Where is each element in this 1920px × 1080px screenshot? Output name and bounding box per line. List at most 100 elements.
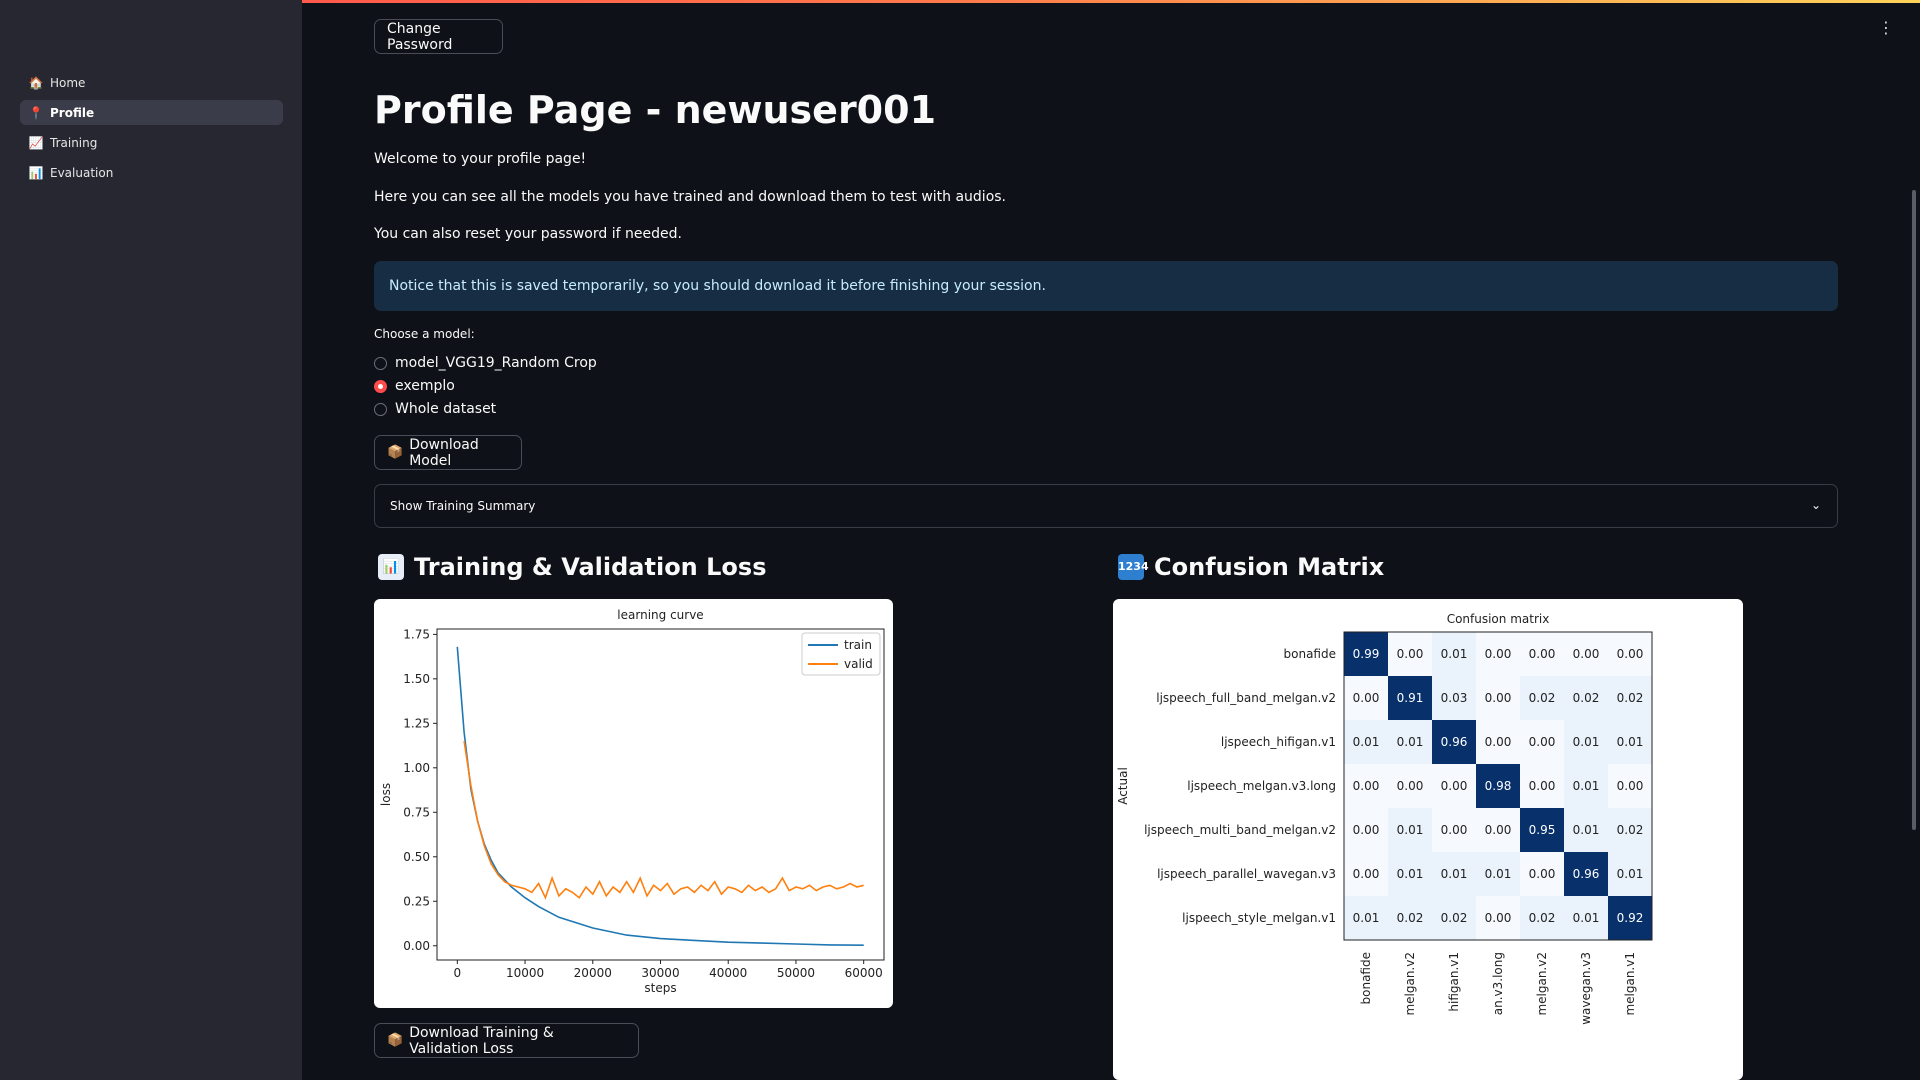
y-tick-label: 1.00 [403, 761, 430, 775]
row-label: ljspeech_style_melgan.v1 [1182, 911, 1336, 925]
matrix-value: 0.03 [1441, 691, 1468, 705]
y-tick-label: 1.50 [403, 672, 430, 686]
legend-label-train: train [844, 638, 872, 652]
matrix-value: 0.00 [1485, 735, 1512, 749]
chart-title: learning curve [617, 608, 703, 622]
matrix-value: 0.00 [1573, 647, 1600, 661]
pin-icon: 📍 [28, 105, 44, 120]
row-label: ljspeech_full_band_melgan.v2 [1156, 691, 1336, 705]
change-password-label: Change Password [387, 20, 453, 53]
matrix-value: 0.00 [1529, 867, 1556, 881]
column-label: melgan.v2 [1535, 952, 1549, 1016]
x-axis-label: steps [644, 981, 676, 995]
matrix-value: 0.01 [1441, 647, 1468, 661]
x-tick-label: 0 [453, 966, 461, 980]
learning-curve-chart: learning curve 0 10000 20000 30000 40000 50000… [379, 608, 885, 995]
matrix-value: 0.01 [1573, 911, 1600, 925]
row-label: ljspeech_parallel_wavegan.v3 [1157, 867, 1336, 881]
sidebar: 🏠 Home 📍 Profile 📈 Training 📊 Evaluation [0, 0, 302, 1080]
model-option-2[interactable]: Whole dataset [374, 401, 496, 417]
x-tick-label: 40000 [709, 966, 747, 980]
loss-heading-text: Training & Validation Loss [414, 553, 767, 581]
matrix-value: 0.00 [1441, 823, 1468, 837]
info-notice: Notice that this is saved temporarily, s… [374, 261, 1838, 311]
matrix-value: 0.91 [1397, 691, 1424, 705]
model-option-0[interactable]: model_VGG19_Random Crop [374, 355, 597, 371]
y-tick-label: 0.25 [403, 894, 430, 908]
matrix-value: 0.01 [1353, 735, 1380, 749]
house-icon: 🏠 [28, 75, 44, 90]
matrix-value: 0.00 [1529, 779, 1556, 793]
column-label: hifigan.v1 [1447, 952, 1461, 1012]
y-tick-label: 1.25 [403, 716, 430, 730]
matrix-value: 0.01 [1441, 867, 1468, 881]
download-model-button[interactable]: 📦 Download Model [374, 435, 522, 470]
matrix-value: 0.00 [1397, 647, 1424, 661]
column-label: bonafide [1359, 952, 1373, 1004]
numbers-icon: 1234 [1118, 554, 1149, 580]
chevron-down-icon: ⌄ [1810, 498, 1821, 512]
model-select-label: Choose a model: [374, 327, 475, 341]
info-notice-text: Notice that this is saved temporarily, s… [389, 278, 1046, 294]
sidebar-item-training[interactable]: 📈 Training [20, 130, 283, 155]
matrix-value: 0.92 [1617, 911, 1644, 925]
model-option-1[interactable]: exemplo [374, 378, 455, 394]
main-menu-icon[interactable]: ⋮ [1878, 18, 1894, 37]
sidebar-item-profile[interactable]: 📍 Profile [20, 100, 283, 125]
matrix-value: 0.00 [1529, 735, 1556, 749]
column-label: an.v3.long [1491, 952, 1505, 1015]
y-tick-label: 0.00 [403, 939, 430, 953]
matrix-value: 0.00 [1485, 823, 1512, 837]
matrix-value: 0.00 [1353, 867, 1380, 881]
welcome-text: Welcome to your profile page! [374, 151, 587, 167]
x-tick-label: 20000 [574, 966, 612, 980]
training-summary-expander[interactable]: Show Training Summary ⌄ [374, 484, 1838, 528]
matrix-value: 0.00 [1617, 779, 1644, 793]
loss-heading: 📊 Training & Validation Loss [378, 553, 766, 581]
expander-label: Show Training Summary [390, 499, 536, 513]
sidebar-item-label: Home [50, 75, 86, 90]
confusion-matrix-chart: Confusion matrix 0.99 0.00 0.01 0.00 0.00 0.00… [1116, 612, 1653, 1025]
matrix-value: 0.02 [1441, 911, 1468, 925]
matrix-value: 0.00 [1353, 823, 1380, 837]
matrix-value: 0.98 [1485, 779, 1512, 793]
download-loss-button[interactable]: 📦 Download Training & Validation Loss [374, 1023, 639, 1058]
matrix-value: 0.02 [1573, 691, 1600, 705]
matrix-value: 0.00 [1485, 691, 1512, 705]
legend-label-valid: valid [844, 657, 873, 671]
download-loss-label: Download Training & Validation Loss [409, 1024, 554, 1057]
radio-icon [374, 402, 387, 416]
matrix-value: 0.02 [1617, 691, 1644, 705]
radio-selected-icon [374, 379, 387, 393]
matrix-value: 0.01 [1573, 823, 1600, 837]
y-axis-label: Actual [1116, 767, 1130, 805]
radio-icon [374, 356, 387, 370]
model-option-label: model_VGG19_Random Crop [395, 355, 597, 371]
scrollbar[interactable] [1912, 190, 1916, 830]
model-option-label: exemplo [395, 378, 455, 394]
model-option-label: Whole dataset [395, 401, 497, 417]
package-icon: 📦 [387, 1033, 404, 1048]
package-icon: 📦 [387, 445, 404, 460]
sidebar-item-home[interactable]: 🏠 Home [20, 70, 283, 95]
matrix-value: 0.01 [1485, 867, 1512, 881]
change-password-button[interactable]: Change Password [374, 19, 503, 54]
matrix-value: 0.01 [1397, 823, 1424, 837]
confusion-heading-text: Confusion Matrix [1154, 553, 1385, 581]
y-tick-label: 0.75 [403, 805, 430, 819]
download-model-label: Download Model [409, 436, 479, 469]
x-tick-label: 60000 [845, 966, 883, 980]
row-label: ljspeech_melgan.v3.long [1187, 779, 1336, 793]
sidebar-item-evaluation[interactable]: 📊 Evaluation [20, 160, 283, 185]
column-label: melgan.v2 [1403, 952, 1417, 1016]
x-tick-label: 30000 [641, 966, 679, 980]
matrix-value: 0.00 [1617, 647, 1644, 661]
page-title: Profile Page - newuser001 [374, 88, 937, 132]
y-tick-label: 1.75 [403, 627, 430, 641]
matrix-value: 0.00 [1529, 647, 1556, 661]
column-label: wavegan.v3 [1579, 952, 1593, 1025]
x-tick-label: 10000 [506, 966, 544, 980]
row-label: bonafide [1284, 647, 1336, 661]
matrix-value: 0.00 [1485, 911, 1512, 925]
matrix-value: 0.02 [1397, 911, 1424, 925]
